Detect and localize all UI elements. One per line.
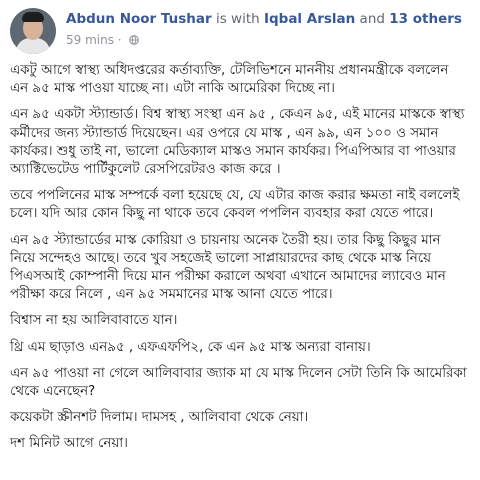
post-paragraph: থ্রি এম ছাড়াও এন৯৫ , এফএফপি২, কে এন ৯৫ … [10, 339, 371, 355]
post-paragraph: এন ৯৫ স্ট্যান্ডার্ডের মাস্ক কোরিয়া ও চা… [10, 232, 446, 303]
author-name[interactable]: Abdun Noor Tushar [66, 11, 212, 27]
post-paragraph: একটু আগে স্বাস্থ্য অধিদপ্তরের কর্তাব্যক্… [10, 63, 449, 97]
post-paragraph: বিশ্বাস না হয় আলিবাবাতে যান। [10, 313, 178, 329]
post-meta: Abdun Noor Tushar is with Iqbal Arslan a… [66, 10, 470, 48]
others-link[interactable]: 13 others [389, 11, 462, 27]
post-paragraph: কয়েকটা স্ক্রীনশট দিলাম। দামসহ , আলিবাবা… [10, 410, 309, 426]
avatar-shirt [16, 38, 50, 54]
post-paragraph: এন ৯৫ একটা স্ট্যান্ডার্ড। বিশ্ব স্বাস্থ্… [10, 107, 465, 178]
post-header: Abdun Noor Tushar is with Iqbal Arslan a… [10, 8, 470, 56]
tag-connector: is with [215, 11, 260, 27]
post-paragraph: দশ মিনিট আগে নেয়া। [10, 436, 128, 452]
globe-icon[interactable] [129, 33, 140, 45]
time-line: 59 mins · [66, 32, 470, 48]
post-body: একটু আগে স্বাস্থ্য অধিদপ্তরের কর্তাব্যক্… [10, 62, 468, 462]
facebook-post: Abdun Noor Tushar is with Iqbal Arslan a… [0, 0, 480, 480]
tag-and: and [359, 11, 385, 27]
avatar-hair [22, 12, 44, 22]
post-paragraph: এন ৯৫ পাওয়া না গেলে আলিবাবার জ্যাক মা য… [10, 365, 467, 400]
avatar[interactable] [10, 8, 56, 54]
timestamp[interactable]: 59 mins [66, 33, 114, 47]
author-line: Abdun Noor Tushar is with Iqbal Arslan a… [66, 10, 470, 28]
tagged-person[interactable]: Iqbal Arslan [264, 11, 355, 27]
post-paragraph: তবে পপলিনের মাস্ক সম্পর্কে বলা হয়েছে যে… [10, 188, 460, 222]
separator: · [117, 33, 122, 47]
